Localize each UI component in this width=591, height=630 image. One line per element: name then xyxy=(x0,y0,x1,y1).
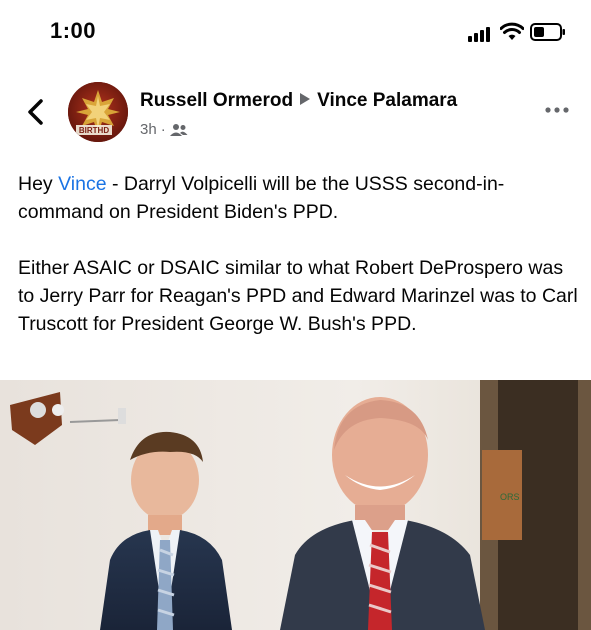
friends-icon xyxy=(169,123,188,136)
avatar-image: BIRTHD xyxy=(68,82,128,142)
greeting-text: Hey xyxy=(18,173,59,195)
post-paragraph-2: Either ASAIC or DSAIC similar to what Ro… xyxy=(18,257,578,335)
cellular-signal-icon xyxy=(468,27,490,42)
wifi-icon xyxy=(500,22,524,40)
svg-text:ORS: ORS xyxy=(500,492,520,502)
caret-right-icon xyxy=(299,90,311,112)
mention-link[interactable]: Vince xyxy=(58,173,106,195)
more-options-button[interactable] xyxy=(543,100,573,120)
post-meta: 3h · xyxy=(140,121,188,138)
svg-text:BIRTHD: BIRTHD xyxy=(79,126,109,135)
author-avatar[interactable]: BIRTHD xyxy=(68,82,128,142)
back-button[interactable] xyxy=(22,94,50,130)
status-bar: 1:00 xyxy=(0,0,591,62)
post-timestamp[interactable]: 3h xyxy=(140,121,157,138)
status-time: 1:00 xyxy=(50,18,97,43)
chevron-left-icon xyxy=(28,99,43,125)
post-paragraph-1: Hey Vince - Darryl Volpicelli will be th… xyxy=(18,170,578,226)
photo-image: ORS xyxy=(0,380,591,630)
post-photo[interactable]: ORS xyxy=(0,380,591,630)
author-name[interactable]: Russell Ormerod xyxy=(140,90,293,111)
battery-icon xyxy=(530,23,565,41)
recipient-name[interactable]: Vince Palamara xyxy=(317,90,457,111)
post-text: Hey Vince - Darryl Volpicelli will be th… xyxy=(18,170,578,338)
meta-dot: · xyxy=(160,121,166,138)
post-author-line: Russell Ormerod Vince Palamara xyxy=(140,90,457,112)
more-horizontal-icon xyxy=(545,107,569,113)
